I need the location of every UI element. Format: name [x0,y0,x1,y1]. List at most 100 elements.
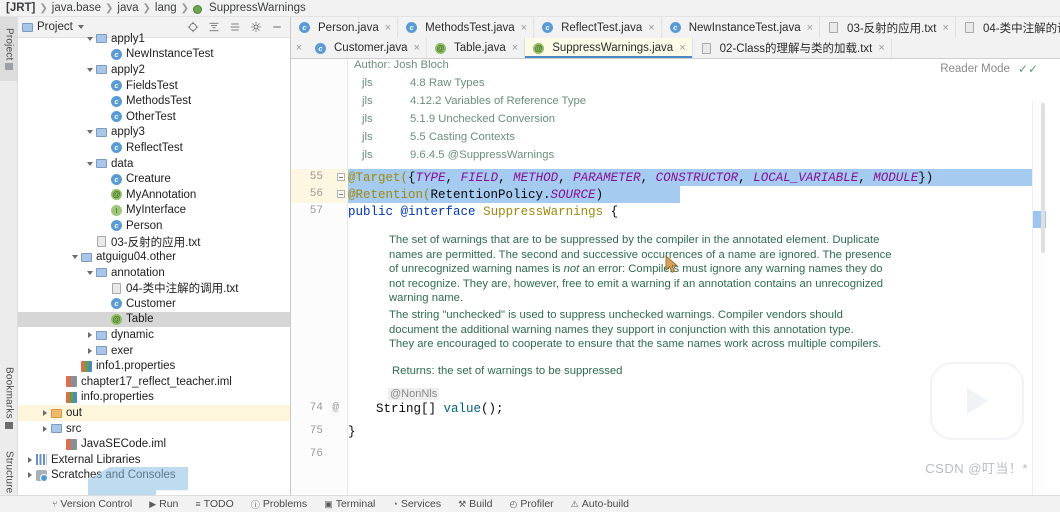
tree-node[interactable]: c Person [18,218,290,234]
tree-node[interactable]: out [18,405,290,421]
jls-ref-text[interactable]: 4.8 Raw Types [410,77,485,89]
tree-node[interactable]: 04-类中注解的调用.txt [18,281,290,297]
editor-gutter[interactable]: 55 56 57 74 @ 75 76 [291,59,348,495]
editor-tab[interactable]: 02-Class的理解与类的加载.txt × [692,38,892,58]
chevron-right-icon[interactable] [39,410,50,416]
chevron-down-icon[interactable] [84,37,95,41]
tree-node[interactable]: @ MyAnnotation [18,187,290,203]
gutter-annotation-marker[interactable]: @ [332,402,339,414]
status-bar-item[interactable]: ≡ TODO [195,498,233,510]
tree-node[interactable]: data [18,156,290,172]
tree-node[interactable]: I MyInterface [18,203,290,219]
editor-tab[interactable]: c NewInstanceTest.java × [661,17,821,38]
jls-ref-text[interactable]: 5.1.9 Unchecked Conversion [410,113,555,125]
status-bar-item[interactable]: ⚒ Build [458,498,492,510]
tree-node[interactable]: c FieldsTest [18,78,290,94]
tree-node[interactable]: c Creature [18,171,290,187]
tree-node[interactable]: dynamic [18,327,290,343]
breadcrumb-java[interactable]: java [117,2,138,14]
tree-node[interactable]: chapter17_reflect_teacher.iml [18,374,290,390]
chevron-right-icon[interactable] [24,457,35,463]
breadcrumb-javabase[interactable]: java.base [52,2,101,14]
tree-node[interactable]: c ReflectTest [18,140,290,156]
status-bar-item[interactable]: ⑂ Version Control [52,498,132,510]
close-icon[interactable]: × [943,22,949,34]
tree-node[interactable]: c OtherTest [18,109,290,125]
chevron-right-icon[interactable] [39,426,50,432]
tree-node[interactable]: c Customer [18,296,290,312]
reader-mode-label[interactable]: Reader Mode [940,63,1010,75]
tree-node[interactable]: src [18,421,290,437]
jls-ref-text[interactable]: 9.6.4.5 @SuppressWarnings [410,149,554,161]
tree-node[interactable]: @ Table [18,311,290,328]
editor-tab[interactable]: @ Table.java × [426,38,526,58]
scrollbar-thumb[interactable] [1041,103,1045,253]
editor-tab[interactable]: 04-类中注解的调用.txt× [955,17,1060,38]
status-bar-item[interactable]: ▣ Terminal [324,498,375,510]
jls-ref-text[interactable]: 4.12.2 Variables of Reference Type [410,95,586,107]
editor-tab[interactable]: c Person.java × [291,17,399,38]
close-icon[interactable]: × [512,42,518,54]
tree-node[interactable]: c NewInstanceTest [18,47,290,63]
tree-node[interactable]: JavaSECode.iml [18,436,290,452]
editor-tabs-row-2[interactable]: × c Customer.java × @ Table.java × @ SuppressWar… [291,38,1060,59]
status-bar-item[interactable]: ⓘ Problems [251,498,307,511]
code-view[interactable]: 55 56 57 74 @ 75 76 Author: Josh Bloch j… [291,59,1046,495]
code-line-75[interactable]: } [348,425,356,439]
chevron-down-icon[interactable] [84,271,95,275]
tree-node[interactable]: exer [18,343,290,359]
jls-ref-text[interactable]: 5.5 Casting Contexts [410,131,515,143]
tree-node[interactable]: apply2 [18,62,290,78]
tree-node[interactable]: info1.properties [18,358,290,374]
fold-marker[interactable] [337,173,345,181]
sidebar-item-project[interactable]: Project [0,17,18,81]
editor-tab[interactable]: @ SuppressWarnings.java × [525,38,693,58]
editor-tabs-row-1[interactable]: c Person.java × c MethodsTest.java × c ReflectT… [291,17,1060,38]
inspection-check-icon[interactable]: ✓✓ [1018,62,1038,76]
close-icon[interactable]: × [878,42,884,54]
code-line-74[interactable]: String[] value(); [376,402,504,416]
tree-node[interactable]: 03-反射的应用.txt [18,234,290,250]
tree-node[interactable]: atguigu04.other [18,249,290,265]
chevron-down-icon[interactable] [84,162,95,166]
chevron-down-icon[interactable] [69,255,80,259]
close-icon[interactable]: × [414,42,420,54]
chevron-down-icon[interactable] [84,130,95,134]
close-icon[interactable]: × [679,42,685,54]
sidebar-item-bookmarks[interactable]: Bookmarks [0,357,18,439]
tree-node[interactable]: c MethodsTest [18,93,290,109]
chevron-right-icon[interactable] [84,332,95,338]
code-line-55[interactable]: @Target({TYPE, FIELD, METHOD, PARAMETER,… [348,171,933,185]
breadcrumb-lang[interactable]: lang [155,2,177,14]
chevron-right-icon[interactable] [24,472,35,478]
tree-node[interactable]: External Libraries [18,452,290,468]
chevron-down-icon[interactable] [84,68,95,72]
editor-tab[interactable]: c MethodsTest.java × [398,17,535,38]
tree-node[interactable]: apply3 [18,125,290,141]
status-bar-item[interactable]: ◔ Services [392,498,441,510]
tree-node[interactable]: annotation [18,265,290,281]
editor-tab[interactable]: 03-反射的应用.txt × [820,17,956,38]
close-icon[interactable]: × [521,22,527,34]
status-bar-item[interactable]: ⚠ Auto-build [571,498,629,510]
tree-node[interactable]: Scratches and Consoles [18,468,290,484]
code-line-57[interactable]: public @interface SuppressWarnings { [348,205,618,219]
fold-marker[interactable] [337,190,345,198]
breadcrumb-current[interactable]: SuppressWarnings [209,2,306,14]
editor-tab[interactable]: c ReflectTest.java × [534,17,662,38]
close-icon[interactable]: × [385,22,391,34]
editor-tab[interactable]: c Customer.java × [307,38,427,58]
close-icon[interactable]: × [807,22,813,34]
status-bar-item[interactable]: ▶ Run [149,498,178,510]
tab-row-close-icon[interactable]: × [291,38,307,58]
tree-node[interactable]: apply1 [18,31,290,47]
status-bar-item[interactable]: ◴ Profiler [510,498,554,510]
code-line-56[interactable]: @Retention(RetentionPolicy.SOURCE) [348,188,603,202]
tree-node[interactable]: info.properties [18,390,290,406]
breadcrumb-jrt[interactable]: [JRT] [6,2,35,14]
close-icon[interactable]: × [648,22,654,34]
project-tree[interactable]: apply1 c NewInstanceTest apply2 c FieldsTest c… [18,31,290,495]
chevron-right-icon[interactable] [84,348,95,354]
chevron-down-icon[interactable] [77,25,84,29]
editor-scrollbar[interactable] [1032,101,1046,495]
